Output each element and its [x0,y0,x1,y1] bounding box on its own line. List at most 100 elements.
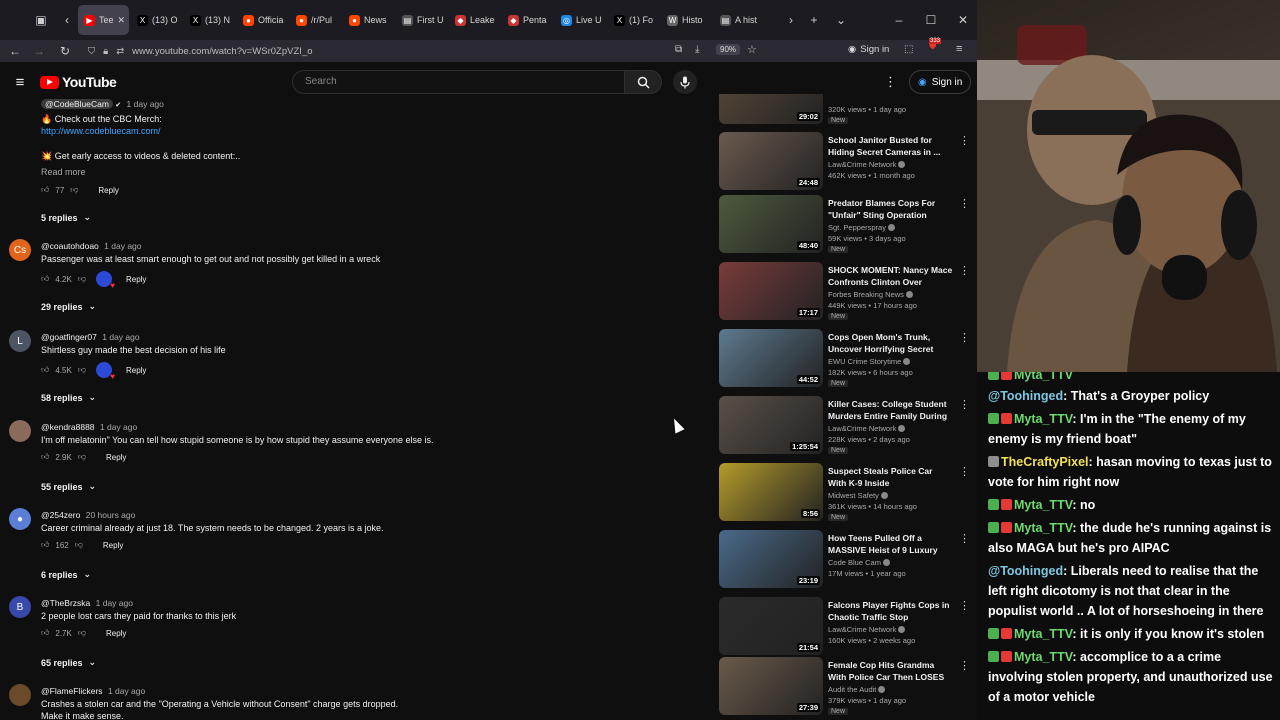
video-title[interactable]: Female Cop Hits Grandma With Police Car … [828,659,953,683]
close-tab-icon[interactable]: ✕ [118,15,126,26]
video-channel[interactable]: Forbes Breaking News [828,290,913,299]
comment-time[interactable]: 1 day ago [108,686,145,696]
dislike-icon[interactable]: 👎︎ [78,628,86,638]
browser-tab[interactable]: X (13) N [184,5,235,35]
video-thumbnail[interactable]: 8:56 [719,463,823,521]
minimize-icon[interactable]: – [888,9,910,31]
video-channel[interactable]: Law&Crime Network [828,625,906,634]
comment-time[interactable]: 1 day ago [127,99,164,109]
video-more-options-icon[interactable]: ⋮ [959,398,970,411]
video-thumbnail[interactable]: 17:17 [719,262,823,320]
tab-scroll-right-icon[interactable]: › [780,9,802,31]
comment-time[interactable]: 20 hours ago [86,510,136,520]
video-more-options-icon[interactable]: ⋮ [959,532,970,545]
app-menu-icon[interactable]: ≡ [956,43,962,55]
video-title[interactable]: Cops Open Mom's Trunk, Uncover Horrifyin… [828,331,953,355]
like-icon[interactable]: 👍︎ [41,628,49,638]
replies-toggle[interactable]: 55 replies ⌄ [41,481,96,492]
video-title[interactable]: School Janitor Busted for Hiding Secret … [828,134,953,158]
comment-author[interactable]: @CodeBlueCam [41,99,113,109]
close-window-icon[interactable]: ✕ [952,9,974,31]
comment-author[interactable]: @kendra8888 [41,422,95,432]
browser-tab[interactable]: ▤ First U [396,5,447,35]
chat-username[interactable]: @Toohinged [988,389,1063,403]
video-card[interactable]: 27:39 Female Cop Hits Grandma With Police… [719,657,977,717]
video-more-options-icon[interactable]: ⋮ [959,134,970,147]
video-more-options-icon[interactable]: ⋮ [959,331,970,344]
search-button[interactable] [625,70,662,94]
comment-author[interactable]: @goatfinger07 [41,332,97,342]
chat-username[interactable]: Myta_TTV [1014,372,1073,382]
video-title[interactable]: Killer Cases: College Student Murders En… [828,398,953,422]
browser-tab[interactable]: ◆ Leake [449,5,500,35]
video-more-options-icon[interactable]: ⋮ [959,197,970,210]
video-more-options-icon[interactable]: ⋮ [959,599,970,612]
video-channel[interactable]: Sgt. Pepperspray [828,223,895,232]
search-input[interactable]: Search [292,70,625,94]
picture-in-picture-icon[interactable]: ⧉ [675,44,682,55]
url-text[interactable]: www.youtube.com/watch?v=WSr0ZpVZI_o [132,46,312,57]
video-card[interactable]: 48:40 Predator Blames Cops For "Unfair" S… [719,195,977,255]
save-page-icon[interactable]: ⤓ [695,44,699,55]
video-thumbnail[interactable]: 29:02 [719,94,823,124]
reply-button[interactable]: Reply [98,186,118,195]
video-card[interactable]: 1:25:54 Killer Cases: College Student Mur… [719,396,977,456]
like-icon[interactable]: 👍︎ [41,540,49,550]
like-icon[interactable]: 👍︎ [41,365,49,375]
video-title[interactable]: Falcons Player Fights Cops in Chaotic Tr… [828,599,953,623]
youtube-logo[interactable]: YouTube [40,74,117,90]
replies-toggle[interactable]: 58 replies ⌄ [41,392,96,403]
bookmark-star-icon[interactable]: ☆ [747,43,757,56]
video-thumbnail[interactable]: 48:40 [719,195,823,253]
browser-signin-button[interactable]: ◉ Sign in [848,44,889,55]
chat-username[interactable]: Myta_TTV [1014,412,1072,426]
video-channel[interactable]: Midwest Safety [828,491,888,500]
browser-tab[interactable]: X (1) Fo [608,5,659,35]
video-title[interactable]: Suspect Steals Police Car With K-9 Insid… [828,465,953,489]
video-thumbnail[interactable]: 44:52 [719,329,823,387]
tab-overview-icon[interactable]: ▣ [30,9,52,31]
shield-icon[interactable]: ⛉ [88,46,95,57]
video-card[interactable]: 29:02320K views • 1 day agoNew⋮ [719,94,977,126]
video-thumbnail[interactable]: 27:39 [719,657,823,715]
browser-tab[interactable]: ● News [343,5,394,35]
browser-tab[interactable]: X (13) O [131,5,182,35]
video-channel[interactable]: EWU Crime Storytime [828,357,911,366]
replies-toggle[interactable]: 6 replies ⌄ [41,569,91,580]
reply-button[interactable]: Reply [106,629,126,638]
dislike-icon[interactable]: 👎︎ [78,452,86,462]
video-card[interactable]: 44:52 Cops Open Mom's Trunk, Uncover Horr… [719,329,977,389]
tab-scroll-left-icon[interactable]: ‹ [56,9,78,31]
address-bar[interactable]: ⛉ 🔒︎ ⇄ www.youtube.com/watch?v=WSr0ZpVZI… [88,41,658,61]
avatar[interactable]: Cs [9,239,31,261]
avatar[interactable] [9,420,31,442]
replies-toggle[interactable]: 65 replies ⌄ [41,657,96,668]
comment-author[interactable]: @254zero [41,510,80,520]
dislike-icon[interactable]: 👎︎ [78,274,86,284]
video-card[interactable]: 8:56 Suspect Steals Police Car With K-9 I… [719,463,977,523]
chat-username[interactable]: @Toohinged [988,564,1063,578]
reload-icon[interactable]: ↻ [52,40,78,62]
zoom-level[interactable]: 90% [716,44,741,55]
video-more-options-icon[interactable]: ⋮ [959,465,970,478]
video-thumbnail[interactable]: 1:25:54 [719,396,823,454]
dislike-icon[interactable]: 👎︎ [75,540,83,550]
chat-username[interactable]: Myta_TTV [1014,627,1072,641]
reply-button[interactable]: Reply [126,366,146,375]
video-thumbnail[interactable]: 23:19 [719,530,823,588]
video-card[interactable]: 17:17 SHOCK MOMENT: Nancy Mace Confronts … [719,262,977,322]
hamburger-menu-icon[interactable]: ≡ [0,74,40,91]
comment-author[interactable]: @TheBrzska [41,598,90,608]
browser-tab[interactable]: ▤ A hist [714,5,765,35]
youtube-signin-button[interactable]: ◉ Sign in [909,70,972,94]
browser-tab[interactable]: ▶ Tee ✕ [78,5,129,35]
browser-tab[interactable]: ◎ Live U [555,5,606,35]
avatar[interactable]: ● [9,508,31,530]
video-channel[interactable]: Law&Crime Network [828,424,906,433]
chat-username[interactable]: Myta_TTV [1014,498,1072,512]
video-more-options-icon[interactable]: ⋮ [959,264,970,277]
video-title[interactable]: How Teens Pulled Off a MASSIVE Heist of … [828,532,953,556]
more-options-icon[interactable]: ⋮ [884,74,897,90]
reply-button[interactable]: Reply [126,275,146,284]
video-channel[interactable]: Audit the Audit [828,685,886,694]
